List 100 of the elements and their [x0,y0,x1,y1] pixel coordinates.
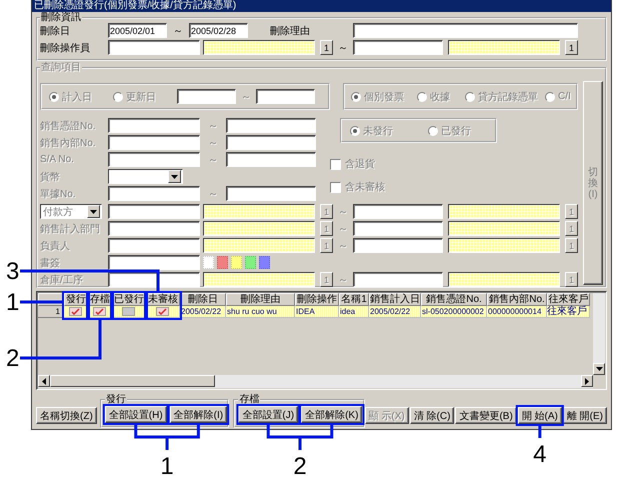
radio-label: 計入日 [62,90,92,104]
column-header[interactable]: 銷售計入日 [369,293,421,306]
down-arrow-icon [171,174,178,178]
column-header[interactable]: 發行 [64,293,88,306]
field-label: 倉庫/工序 [40,274,84,286]
checkbox-label: 含未審核 [345,180,385,194]
callout-line [538,426,542,438]
input-field[interactable] [353,40,443,55]
horizontal-scrollbar[interactable] [38,375,593,388]
bulk-button[interactable]: 全部解除(I) [170,406,228,423]
field-label: 刪除操作員 [40,42,91,54]
range-separator: ～ [207,136,219,150]
field-label: 刪除日 [40,24,71,38]
checkbox[interactable] [93,307,106,316]
range-separator: ～ [337,274,349,286]
range-separator: ～ [172,24,184,38]
table-cell: 往來客戶 [547,306,590,318]
highlight-frame [62,291,90,320]
action-button[interactable]: 清 除(C) [410,407,454,424]
callout-line [266,424,334,452]
check-icon [158,308,167,315]
callout-line [20,300,62,304]
group-title: 查詢項目 [40,62,82,73]
column-header[interactable]: 未審核 [146,293,180,306]
column-header[interactable]: 銷售內部No. [487,293,547,306]
input-field[interactable]: 2005/02/01 [108,23,167,38]
highlight-frame [236,404,300,425]
bulk-button[interactable]: 全部設置(H) [104,406,167,423]
highlight-frame [299,404,364,425]
input-field[interactable]: 2005/02/28 [189,23,248,38]
field-label: 刪除理由 [270,24,311,38]
table-cell: 000000000014 [487,306,547,318]
vertical-scrollbar[interactable] [593,293,605,375]
range-separator: ～ [337,206,349,218]
lookup-button[interactable]: 1 [565,40,578,55]
field-label: 書簽 [40,256,61,270]
highlight-frame [516,405,564,426]
group-title: 發行 [104,395,127,405]
callout-number: 1 [160,453,174,478]
checkbox-label: 含退貨 [345,158,375,171]
field-label: 負責人 [40,240,71,252]
group-title: 存檔 [238,395,260,405]
check-icon [71,308,80,315]
check-icon [95,308,104,315]
callout-line [134,424,200,452]
field-label: 銷售計入部門 [40,222,101,236]
action-button[interactable]: 離 開(E) [562,407,607,424]
range-separator: ～ [337,222,349,236]
highlight-frame [110,291,148,320]
field-label: 銷售內部No. [40,136,97,150]
radio-label: 未發行 [363,124,393,138]
table-cell: idea [339,306,369,318]
range-separator: ～ [240,90,252,104]
table-cell: sl-050200000002 [421,306,487,318]
column-header[interactable]: 銷售憑證No. [421,293,487,306]
field-label: 貨幣 [40,170,61,184]
field-label: 單據No. [40,188,77,200]
callout-number: 1 [6,289,20,316]
callout-number: 2 [6,345,20,372]
column-header[interactable]: 名稱1 [339,293,369,306]
table-cell: shu ru cuo wu [226,306,295,318]
checkbox[interactable] [122,307,135,316]
radio-label: 個別發票 [364,90,404,104]
radio-label: 更新日 [126,90,156,104]
group-title: 刪除資訊 [40,12,82,23]
down-arrow-icon [596,367,602,371]
radio-label: 收據 [430,90,450,104]
table-cell: 2005/02/22 [369,306,421,318]
table-cell: IDEA [295,306,339,318]
column-header[interactable]: 刪除日 [180,293,226,306]
column-header[interactable]: 刪除理由 [226,293,295,306]
radio-label: C/I [558,91,571,102]
column-header[interactable]: 刪除操作 [295,293,339,306]
checkbox[interactable] [156,307,169,316]
checkbox[interactable] [69,307,82,316]
highlight-frame [102,404,169,425]
rename-button[interactable]: 名稱切換(Z) [36,407,97,424]
action-button[interactable]: 開 始(A) [518,407,562,424]
input-field[interactable] [353,23,578,38]
callout-number: 4 [533,441,547,468]
left-arrow-icon [42,378,46,384]
bulk-button[interactable]: 全部解除(K) [301,406,362,423]
field-label: S/A No. [40,154,75,165]
action-button[interactable]: 文書變更(B) [455,407,517,424]
radio-label: 已發行 [441,124,471,138]
radio-label: 貸方記錄憑單 [478,90,538,104]
down-arrow-icon [90,210,97,214]
lookup-button[interactable]: 1 [320,40,333,55]
table-cell: 2005/02/22 [180,306,226,318]
highlight-frame [144,291,182,320]
callout-number: 2 [293,453,307,478]
range-separator: ～ [337,42,349,54]
input-field[interactable] [108,40,200,55]
column-header[interactable]: 往來客戶 [547,293,590,306]
highlight-frame [86,291,114,320]
range-separator: ～ [207,188,219,200]
row-number: 1 [38,306,64,318]
right-arrow-icon [585,378,589,384]
bulk-button[interactable]: 全部設置(J) [238,406,298,423]
highlight-frame [168,404,230,425]
